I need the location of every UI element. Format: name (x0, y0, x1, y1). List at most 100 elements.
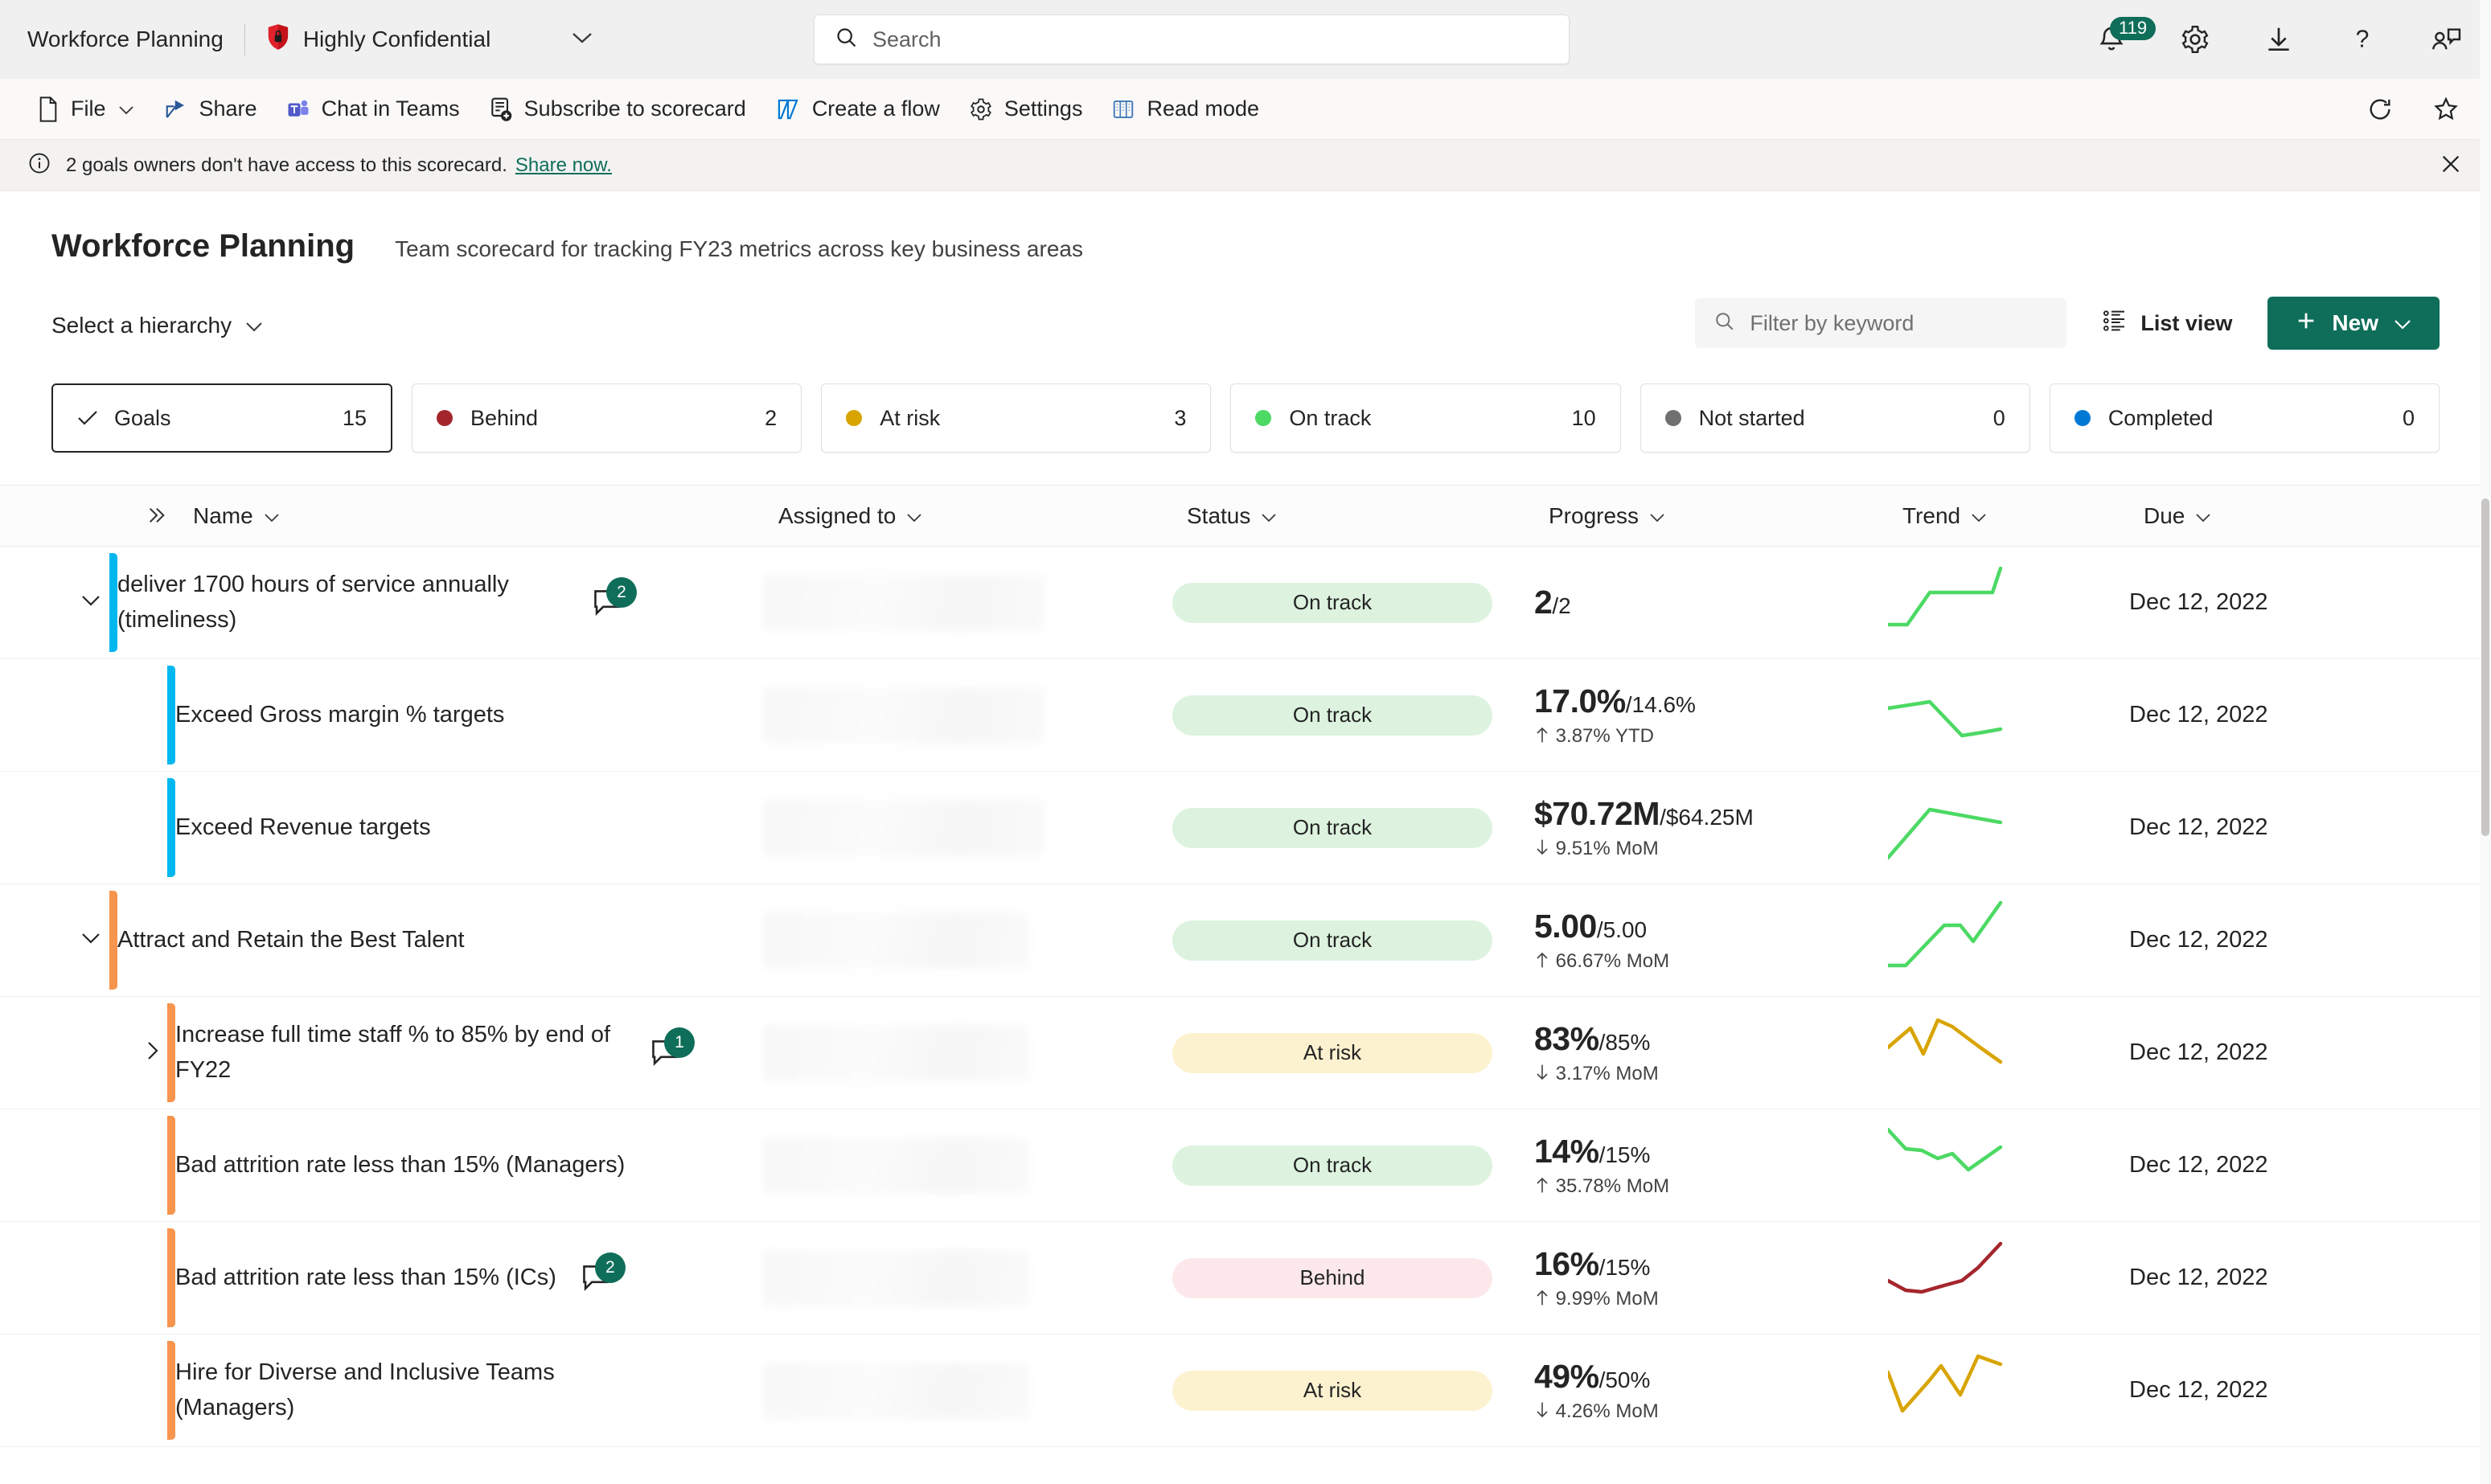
row-name-cell[interactable]: Hire for Diverse and Inclusive Teams (Ma… (175, 1334, 764, 1446)
hierarchy-selector[interactable]: Select a hierarchy (51, 313, 264, 338)
table-row[interactable]: deliver 1700 hours of service annually (… (0, 547, 2491, 659)
row-assigned-to-cell[interactable] (764, 1109, 1172, 1221)
row-assigned-to-cell[interactable] (764, 997, 1172, 1109)
expand-all-icon[interactable] (145, 505, 169, 530)
row-due-cell[interactable]: Dec 12, 2022 (2129, 884, 2370, 996)
column-header-due[interactable]: Due (2144, 503, 2385, 529)
filter-input[interactable]: Filter by keyword (1695, 298, 2067, 348)
row-progress-cell[interactable]: 2/2 (1534, 547, 1888, 658)
command-chat-in-teams[interactable]: Chat in Teams (272, 87, 474, 132)
settings-button[interactable] (2173, 17, 2218, 62)
sensitivity-dropdown-button[interactable] (490, 31, 593, 49)
comment-count[interactable]: 2 (579, 1252, 627, 1301)
row-due-cell[interactable]: Dec 12, 2022 (2129, 659, 2370, 771)
row-trend-cell[interactable] (1886, 1109, 2129, 1221)
row-status-cell[interactable]: Behind (1172, 1222, 1534, 1334)
table-row[interactable]: Bad attrition rate less than 15% (Manage… (0, 1109, 2491, 1222)
row-progress-cell[interactable]: 49%/50% 4.26% MoM (1534, 1334, 1888, 1446)
status-filter-at-risk[interactable]: At risk 3 (821, 383, 1212, 453)
row-progress-cell[interactable]: 5.00/5.00 66.67% MoM (1534, 884, 1888, 996)
vertical-scrollbar[interactable] (2480, 0, 2491, 1484)
search-input[interactable]: Search (814, 14, 1570, 64)
app-name[interactable]: Workforce Planning (27, 27, 244, 52)
chevron-right-icon[interactable] (145, 1039, 161, 1067)
row-trend-cell[interactable] (1886, 547, 2129, 658)
table-row[interactable]: Exceed Gross margin % targets On track 17.… (0, 659, 2491, 772)
row-progress-cell[interactable]: 83%/85% 3.17% MoM (1534, 997, 1888, 1109)
table-row[interactable]: Exceed Revenue targets On track $70.72M/$6… (0, 772, 2491, 884)
chevron-down-icon[interactable] (79, 930, 103, 950)
row-name-cell[interactable]: Bad attrition rate less than 15% (Manage… (175, 1109, 764, 1221)
row-assigned-to-cell[interactable] (764, 659, 1172, 771)
command-file[interactable]: File (23, 87, 150, 132)
sensitivity-label[interactable]: Highly Confidential (245, 23, 490, 56)
new-button[interactable]: New (2267, 297, 2440, 350)
row-status-cell[interactable]: On track (1172, 884, 1534, 996)
row-due-cell[interactable]: Dec 12, 2022 (2129, 1222, 2370, 1334)
close-icon[interactable] (2438, 151, 2464, 181)
row-name-cell[interactable]: Exceed Revenue targets (175, 772, 764, 883)
row-status-cell[interactable]: On track (1172, 659, 1534, 771)
table-row[interactable]: Attract and Retain the Best Talent On tra… (0, 884, 2491, 997)
row-assigned-to-cell[interactable] (764, 1222, 1172, 1334)
comment-count[interactable]: 1 (648, 1027, 696, 1076)
row-assigned-to-cell[interactable] (764, 772, 1172, 883)
row-trend-cell[interactable] (1886, 772, 2129, 883)
list-view-toggle[interactable]: List view (2094, 309, 2240, 338)
column-header-assigned-to[interactable]: Assigned to (778, 503, 1187, 529)
row-name-cell[interactable]: Bad attrition rate less than 15% (ICs) 2 (175, 1222, 764, 1334)
row-progress-cell[interactable]: 16%/15% 9.99% MoM (1534, 1222, 1888, 1334)
row-name-cell[interactable]: Attract and Retain the Best Talent (117, 884, 764, 996)
command-subscribe-to-scorecard[interactable]: Subscribe to scorecard (474, 87, 761, 132)
share-now-link[interactable]: Share now. (515, 154, 612, 177)
table-row[interactable]: Bad attrition rate less than 15% (ICs) 2 B… (0, 1222, 2491, 1334)
row-trend-cell[interactable] (1886, 884, 2129, 996)
row-due-cell[interactable]: Dec 12, 2022 (2129, 772, 2370, 883)
column-header-progress[interactable]: Progress (1549, 503, 1902, 529)
column-header-trend[interactable]: Trend (1902, 503, 2144, 529)
status-filter-goals[interactable]: Goals 15 (51, 383, 392, 453)
command-create-a-flow[interactable]: Create a flow (761, 87, 954, 132)
command-settings[interactable]: Settings (954, 87, 1098, 132)
comment-count[interactable]: 2 (590, 576, 638, 625)
column-header-status[interactable]: Status (1187, 503, 1549, 529)
row-assigned-to-cell[interactable] (764, 884, 1172, 996)
favorite-icon[interactable] (2423, 87, 2468, 132)
row-status-cell[interactable]: On track (1172, 547, 1534, 658)
row-due-cell[interactable]: Dec 12, 2022 (2129, 1109, 2370, 1221)
row-progress-cell[interactable]: $70.72M/$64.25M 9.51% MoM (1534, 772, 1888, 883)
status-filter-behind[interactable]: Behind 2 (412, 383, 802, 453)
status-filter-completed[interactable]: Completed 0 (2049, 383, 2440, 453)
row-name-cell[interactable]: Increase full time staff % to 85% by end… (175, 997, 764, 1109)
help-button[interactable]: ? (2340, 17, 2385, 62)
row-due-cell[interactable]: Dec 12, 2022 (2129, 997, 2370, 1109)
scrollbar-thumb[interactable] (2481, 498, 2489, 836)
notifications-button[interactable]: 119 (2089, 17, 2157, 62)
download-button[interactable] (2256, 17, 2301, 62)
row-progress-cell[interactable]: 17.0%/14.6% 3.87% YTD (1534, 659, 1888, 771)
table-row[interactable]: Hire for Diverse and Inclusive Teams (Ma… (0, 1334, 2491, 1447)
chevron-down-icon[interactable] (79, 592, 103, 613)
row-status-cell[interactable]: At risk (1172, 997, 1534, 1109)
command-read-mode[interactable]: Read mode (1097, 87, 1274, 132)
row-trend-cell[interactable] (1886, 1334, 2129, 1446)
row-assigned-to-cell[interactable] (764, 547, 1172, 658)
column-header-name[interactable]: Name (143, 503, 778, 529)
refresh-icon[interactable] (2358, 87, 2403, 132)
row-assigned-to-cell[interactable] (764, 1334, 1172, 1446)
row-name-cell[interactable]: Exceed Gross margin % targets (175, 659, 764, 771)
status-filter-on-track[interactable]: On track 10 (1230, 383, 1621, 453)
meet-now-button[interactable] (2423, 17, 2468, 62)
row-trend-cell[interactable] (1886, 1222, 2129, 1334)
row-status-cell[interactable]: At risk (1172, 1334, 1534, 1446)
row-progress-cell[interactable]: 14%/15% 35.78% MoM (1534, 1109, 1888, 1221)
status-filter-not-started[interactable]: Not started 0 (1639, 383, 2030, 453)
row-trend-cell[interactable] (1886, 659, 2129, 771)
row-name-cell[interactable]: deliver 1700 hours of service annually (… (117, 547, 764, 658)
row-status-cell[interactable]: On track (1172, 1109, 1534, 1221)
command-share[interactable]: Share (150, 87, 272, 132)
row-trend-cell[interactable] (1886, 997, 2129, 1109)
row-status-cell[interactable]: On track (1172, 772, 1534, 883)
row-due-cell[interactable]: Dec 12, 2022 (2129, 547, 2370, 658)
table-row[interactable]: Increase full time staff % to 85% by end… (0, 997, 2491, 1109)
